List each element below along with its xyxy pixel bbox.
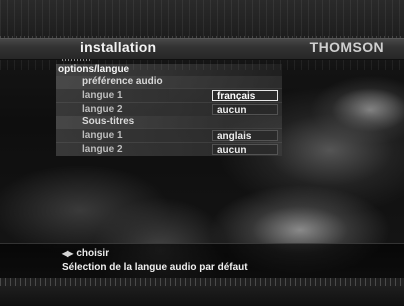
navigation-hint: ◀▶ choisir xyxy=(62,248,109,259)
audio-language-2-select[interactable]: aucun xyxy=(212,104,278,116)
top-banner: installation THOMSON xyxy=(0,0,404,70)
nav-hint-label: choisir xyxy=(76,248,110,259)
page-title: installation xyxy=(80,39,157,55)
subtitle-language-2-row[interactable]: langue 2 aucun xyxy=(56,142,282,156)
audio-language-1-row[interactable]: langue 1 français xyxy=(56,88,282,102)
audio-language-2-row[interactable]: langue 2 aucun xyxy=(56,102,282,116)
subtitle-language-2-select[interactable]: aucun xyxy=(212,144,278,156)
footer-base xyxy=(0,286,404,305)
menu-title: options/langue xyxy=(56,64,282,76)
row-label: langue 1 xyxy=(82,130,123,141)
subtitle-language-1-row[interactable]: langue 1 anglais xyxy=(56,128,282,142)
left-right-arrows-icon: ◀▶ xyxy=(62,249,73,258)
language-options-menu: options/langue préférence audio langue 1… xyxy=(56,64,282,156)
section-subtitles: Sous-titres xyxy=(56,116,282,128)
row-label: langue 2 xyxy=(82,144,123,155)
brand-logo: THOMSON xyxy=(309,39,384,55)
audio-language-1-select[interactable]: français xyxy=(212,90,278,102)
footer-strip xyxy=(0,278,404,286)
row-label: langue 2 xyxy=(82,104,123,115)
section-audio-preference: préférence audio xyxy=(56,76,282,88)
row-label: langue 1 xyxy=(82,90,123,101)
title-underline xyxy=(62,59,90,61)
subtitle-language-1-select[interactable]: anglais xyxy=(212,130,278,142)
help-text: Sélection de la langue audio par défaut xyxy=(62,262,248,273)
